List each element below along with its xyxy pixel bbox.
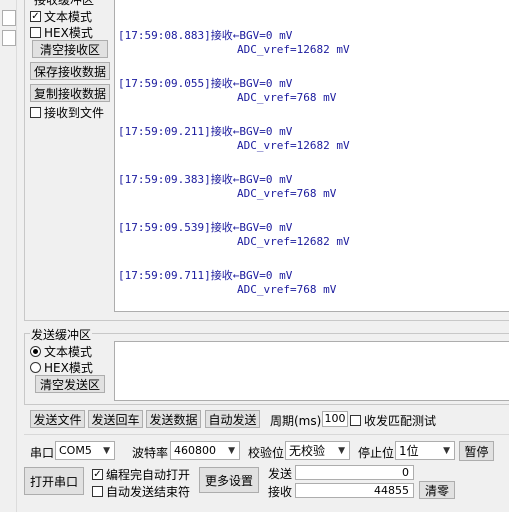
recv-count-field: 44855 xyxy=(295,483,414,498)
send-data-button[interactable]: 发送数据 xyxy=(146,410,201,428)
baud-select-value: 460800 xyxy=(174,444,216,457)
checkmark-icon: ✓ xyxy=(92,468,103,480)
left-edge-strip xyxy=(0,0,17,512)
left-edge-tab xyxy=(2,10,16,26)
baud-select[interactable]: 460800 ▼ xyxy=(170,441,240,460)
port-select[interactable]: COM5 ▼ xyxy=(55,441,115,460)
period-input[interactable]: 100 xyxy=(322,411,348,427)
log-value-line: ADC_vref=768 mV xyxy=(237,91,337,104)
log-value-line: ADC_vref=12682 mV xyxy=(237,43,350,56)
log-time-line: [17:59:09.383]接收←BGV=0 mV xyxy=(118,173,293,186)
stop-bits-select[interactable]: 1位 ▼ xyxy=(395,441,455,460)
parity-select[interactable]: 无校验 ▼ xyxy=(285,441,350,460)
send-enter-button[interactable]: 发送回车 xyxy=(88,410,143,428)
auto-end-label: 自动发送结束符 xyxy=(106,485,191,499)
more-settings-button[interactable]: 更多设置 xyxy=(199,467,259,493)
open-port-button[interactable]: 打开串口 xyxy=(24,467,84,495)
copy-receive-button[interactable]: 复制接收数据 xyxy=(30,84,110,102)
receive-hex-mode-label: HEX模式 xyxy=(44,26,93,40)
log-time-line: [17:59:09.055]接收←BGV=0 mV xyxy=(118,77,293,90)
receive-to-file-checkbox[interactable]: 接收到文件 xyxy=(30,104,104,121)
pause-button[interactable]: 暂停 xyxy=(459,441,494,461)
auto-open-label: 编程完自动打开 xyxy=(106,468,191,482)
log-value-line: ADC_vref=12682 mV xyxy=(237,235,350,248)
receive-group-title: 接收缓冲区 xyxy=(34,0,95,7)
receive-text-mode-checkbox[interactable]: ✓ 文本模式 xyxy=(30,8,92,25)
auto-send-button[interactable]: 自动发送 xyxy=(205,410,260,428)
match-test-checkbox[interactable]: 收发匹配测试 xyxy=(350,412,436,429)
left-edge-tab xyxy=(2,30,16,46)
send-input-area[interactable] xyxy=(114,341,509,401)
log-value-line: ADC_vref=12682 mV xyxy=(237,139,350,152)
checkbox-empty-icon xyxy=(92,486,103,497)
clear-receive-button[interactable]: 清空接收区 xyxy=(32,40,108,58)
stop-bits-label: 停止位 xyxy=(358,446,395,460)
sent-count-field: 0 xyxy=(295,465,414,480)
save-receive-button[interactable]: 保存接收数据 xyxy=(30,62,110,80)
auto-open-checkbox[interactable]: ✓ 编程完自动打开 xyxy=(92,466,190,483)
parity-select-value: 无校验 xyxy=(289,444,326,458)
send-hex-mode-label: HEX模式 xyxy=(44,361,93,375)
checkbox-empty-icon xyxy=(350,415,361,426)
receive-text-mode-label: 文本模式 xyxy=(44,10,93,24)
chevron-down-icon: ▼ xyxy=(103,445,110,456)
log-time-line: [17:59:09.711]接收←BGV=0 mV xyxy=(118,269,293,282)
send-text-mode-radio[interactable]: 文本模式 xyxy=(30,343,92,360)
auto-end-checkbox[interactable]: 自动发送结束符 xyxy=(92,483,190,500)
stop-bits-select-value: 1位 xyxy=(399,444,419,458)
clear-count-button[interactable]: 清零 xyxy=(419,481,455,499)
period-label: 周期(ms) xyxy=(270,414,322,428)
checkmark-icon: ✓ xyxy=(30,10,41,22)
chevron-down-icon: ▼ xyxy=(443,445,450,456)
clear-send-button[interactable]: 清空发送区 xyxy=(35,375,105,393)
send-hex-mode-radio[interactable]: HEX模式 xyxy=(30,359,93,376)
log-value-line: ADC_vref=768 mV xyxy=(237,283,337,296)
baud-label: 波特率 xyxy=(132,446,169,460)
receive-to-file-label: 接收到文件 xyxy=(44,106,105,120)
log-time-line: [17:59:08.883]接收←BGV=0 mV xyxy=(118,29,293,42)
match-test-label: 收发匹配测试 xyxy=(364,414,437,428)
send-text-mode-label: 文本模式 xyxy=(44,345,93,359)
parity-label: 校验位 xyxy=(248,446,285,460)
checkbox-empty-icon xyxy=(30,27,41,38)
port-select-value: COM5 xyxy=(59,444,92,457)
sent-count-label: 发送 xyxy=(268,467,293,481)
chevron-down-icon: ▼ xyxy=(338,445,345,456)
log-time-line: [17:59:09.539]接收←BGV=0 mV xyxy=(118,221,293,234)
radio-empty-icon xyxy=(30,362,41,373)
radio-selected-icon xyxy=(30,346,41,357)
receive-log-area[interactable]: [17:59:08.883]接收←BGV=0 mV ADC_vref=12682… xyxy=(114,0,509,312)
recv-count-label: 接收 xyxy=(268,485,293,499)
log-time-line: [17:59:09.211]接收←BGV=0 mV xyxy=(118,125,293,138)
checkbox-empty-icon xyxy=(30,107,41,118)
log-value-line: ADC_vref=768 mV xyxy=(237,187,337,200)
separator-line xyxy=(24,434,509,435)
send-file-button[interactable]: 发送文件 xyxy=(30,410,85,428)
chevron-down-icon: ▼ xyxy=(228,445,235,456)
port-label: 串口 xyxy=(30,446,55,460)
receive-hex-mode-checkbox[interactable]: HEX模式 xyxy=(30,24,93,41)
send-group-title: 发送缓冲区 xyxy=(30,326,93,343)
